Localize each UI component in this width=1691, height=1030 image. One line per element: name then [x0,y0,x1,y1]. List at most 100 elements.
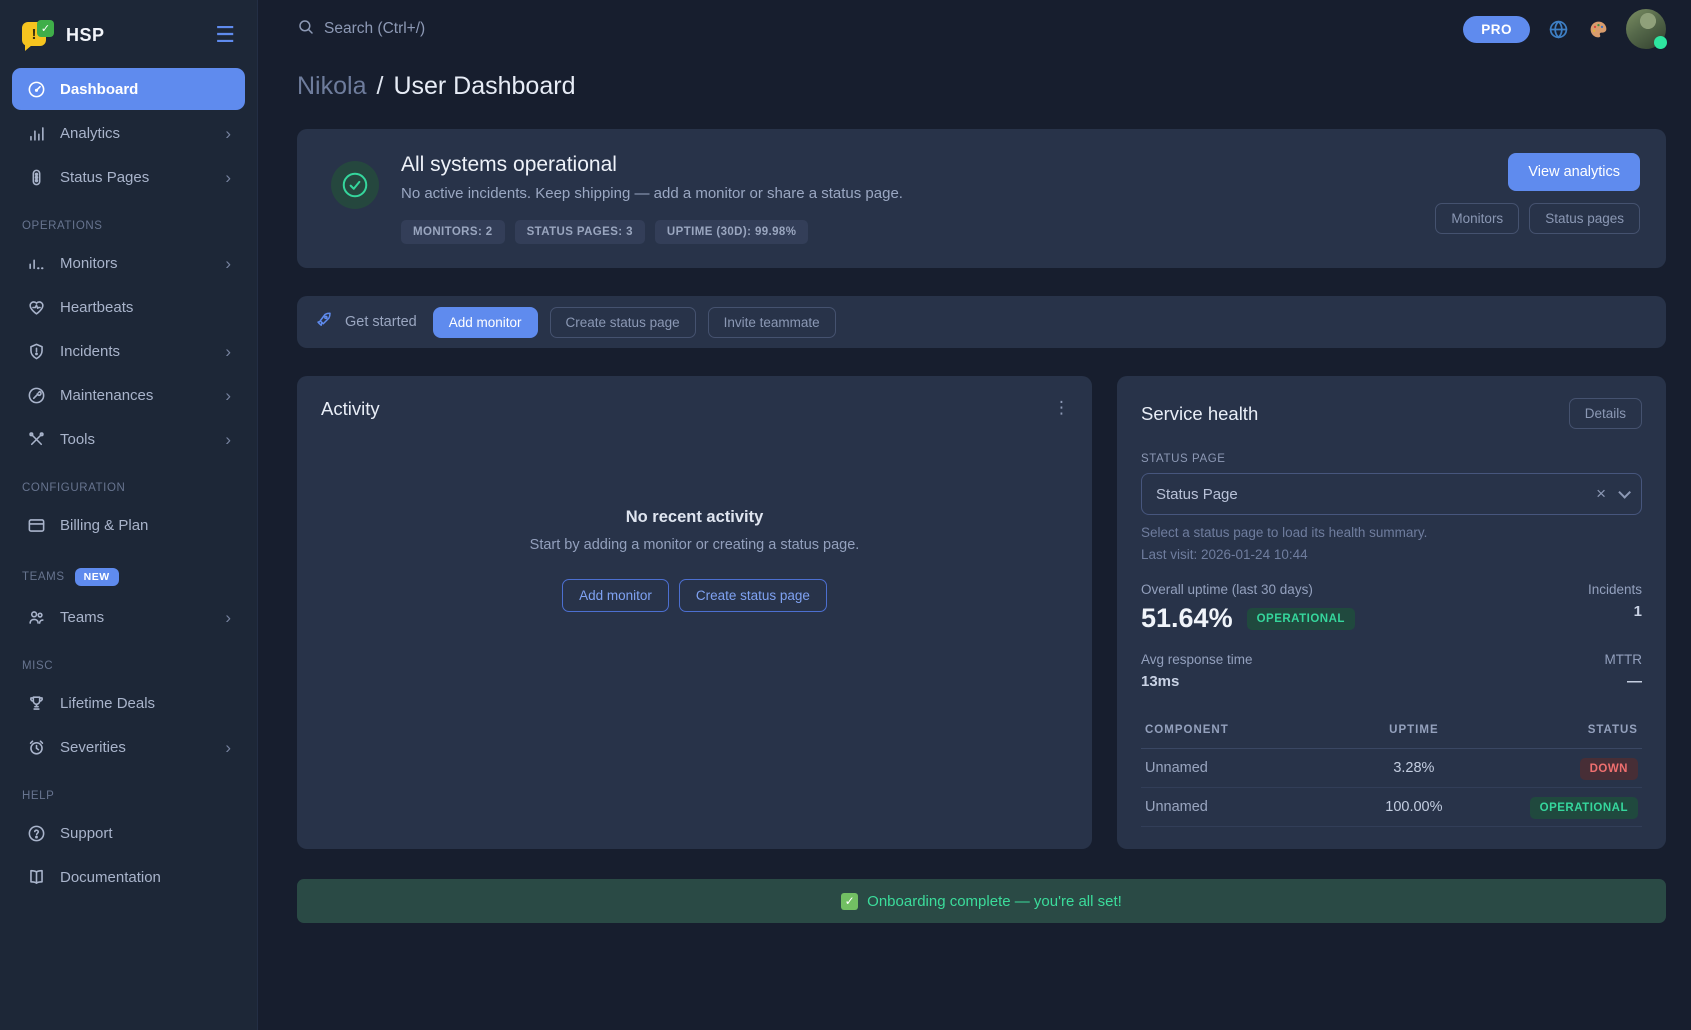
sidebar-item-label: Dashboard [60,81,231,98]
get-started-bar: Get started Add monitor Create status pa… [297,296,1666,348]
view-analytics-button[interactable]: View analytics [1508,153,1640,191]
sidebar-item-label: Tools [60,431,225,448]
sidebar-item-severities[interactable]: Severities › [12,726,245,768]
select-helper-text: Select a status page to load its health … [1141,525,1642,540]
sidebar-item-label: Severities [60,739,225,756]
pro-badge[interactable]: PRO [1463,16,1530,43]
sidebar: ! ✓ HSP ☰ Dashboard Analytics › Status P… [0,0,258,1030]
details-button[interactable]: Details [1569,398,1642,429]
chevron-right-icon: › [225,125,231,142]
table-row[interactable]: Unnamed 100.00% OPERATIONAL [1141,788,1642,827]
sidebar-item-label: Analytics [60,125,225,142]
chevron-right-icon: › [225,169,231,186]
status-page-field-label: STATUS PAGE [1141,453,1642,465]
app-root: ! ✓ HSP ☰ Dashboard Analytics › Status P… [0,0,1691,1030]
status-pages-button[interactable]: Status pages [1529,203,1640,234]
kebab-menu-icon[interactable]: ⋮ [1053,398,1070,418]
hamburger-menu-icon[interactable]: ☰ [215,24,235,46]
empty-state-subtitle: Start by adding a monitor or creating a … [321,537,1068,553]
empty-state-title: No recent activity [321,508,1068,527]
book-icon [26,867,46,887]
sidebar-item-label: Lifetime Deals [60,695,231,712]
sidebar-item-analytics[interactable]: Analytics › [12,112,245,154]
sidebar-item-incidents[interactable]: Incidents › [12,330,245,372]
uptime-label: Overall uptime (last 30 days) [1141,582,1355,597]
column-header-uptime: UPTIME [1339,724,1488,736]
sidebar-item-support[interactable]: Support [12,812,245,854]
chevron-right-icon: › [225,255,231,272]
sidebar-item-documentation[interactable]: Documentation [12,856,245,898]
sidebar-item-dashboard[interactable]: Dashboard [12,68,245,110]
component-uptime: 3.28% [1339,760,1488,776]
search-placeholder: Search (Ctrl+/) [324,20,425,38]
table-row[interactable]: Unnamed 3.28% DOWN [1141,749,1642,788]
sidebar-item-label: Status Pages [60,169,225,186]
sidebar-item-monitors[interactable]: Monitors › [12,242,245,284]
hero-card: All systems operational No active incide… [297,129,1666,268]
sidebar-item-heartbeats[interactable]: Heartbeats [12,286,245,328]
app-logo-icon: ! ✓ [22,20,54,50]
mttr-label: MTTR [1605,652,1643,667]
chevron-right-icon: › [225,609,231,626]
search-input[interactable]: Search (Ctrl+/) [297,18,1463,41]
sidebar-item-label: Teams [60,609,225,626]
search-icon [297,18,315,41]
hero-chips: MONITORS: 2 STATUS PAGES: 3 UPTIME (30D)… [401,220,1435,244]
chevron-right-icon: › [225,739,231,756]
sidebar-item-label: Support [60,825,231,842]
monitors-button[interactable]: Monitors [1435,203,1519,234]
onboarding-banner: ✓ Onboarding complete — you're all set! [297,879,1666,923]
heartbeat-icon [26,297,46,317]
service-health-title: Service health [1141,403,1258,425]
sidebar-item-label: Monitors [60,255,225,272]
sidebar-section-teams-label: TEAMS [22,571,65,583]
brand-name: HSP [66,25,215,46]
breadcrumb: Nikola / User Dashboard [297,72,1666,101]
sidebar-section-help: HELP [12,770,245,812]
component-name: Unnamed [1145,799,1339,815]
operational-badge: OPERATIONAL [1247,608,1355,630]
hero-subtitle: No active incidents. Keep shipping — add… [401,185,1435,202]
sidebar-item-label: Heartbeats [60,299,231,316]
theme-palette-icon[interactable] [1586,17,1610,41]
new-badge: NEW [75,568,119,586]
activity-empty-state: No recent activity Start by adding a mon… [321,508,1068,612]
operational-status-badge: OPERATIONAL [1530,797,1638,819]
sidebar-item-status-pages[interactable]: Status Pages › [12,156,245,198]
user-avatar[interactable] [1626,9,1666,49]
sidebar-item-teams[interactable]: Teams › [12,596,245,638]
sidebar-item-tools[interactable]: Tools › [12,418,245,460]
component-uptime: 100.00% [1339,799,1488,815]
status-page-select-value: Status Page [1156,486,1596,503]
service-health-card: Service health Details STATUS PAGE Statu… [1117,376,1666,849]
create-status-page-button[interactable]: Create status page [550,307,696,338]
table-header-row: COMPONENT UPTIME STATUS [1141,714,1642,749]
status-page-select[interactable]: Status Page × [1141,473,1642,515]
invite-teammate-button[interactable]: Invite teammate [708,307,836,338]
chevron-right-icon: › [225,387,231,404]
components-table: COMPONENT UPTIME STATUS Unnamed 3.28% DO… [1141,714,1642,827]
chevron-right-icon: › [225,431,231,448]
onboarding-banner-text: Onboarding complete — you're all set! [867,893,1122,910]
avg-response-value: 13ms [1141,673,1253,690]
column-header-status: STATUS [1489,724,1638,736]
sidebar-item-label: Maintenances [60,387,225,404]
gauge-icon [26,79,46,99]
sidebar-section-misc: MISC [12,640,245,682]
empty-create-status-page-button[interactable]: Create status page [679,579,827,612]
sidebar-section-operations: OPERATIONS [12,200,245,242]
breadcrumb-parent[interactable]: Nikola [297,72,366,101]
clear-selection-icon[interactable]: × [1596,484,1606,504]
add-monitor-button[interactable]: Add monitor [433,307,538,338]
sidebar-item-label: Incidents [60,343,225,360]
sidebar-item-maintenances[interactable]: Maintenances › [12,374,245,416]
sidebar-item-label: Billing & Plan [60,517,231,534]
sidebar-item-billing[interactable]: Billing & Plan [12,504,245,546]
sidebar-item-lifetime-deals[interactable]: Lifetime Deals [12,682,245,724]
globe-icon[interactable] [1546,17,1570,41]
topbar-right: PRO [1463,9,1666,49]
empty-add-monitor-button[interactable]: Add monitor [562,579,669,612]
incidents-label: Incidents [1588,582,1642,597]
trophy-icon [26,693,46,713]
incidents-value: 1 [1588,603,1642,620]
